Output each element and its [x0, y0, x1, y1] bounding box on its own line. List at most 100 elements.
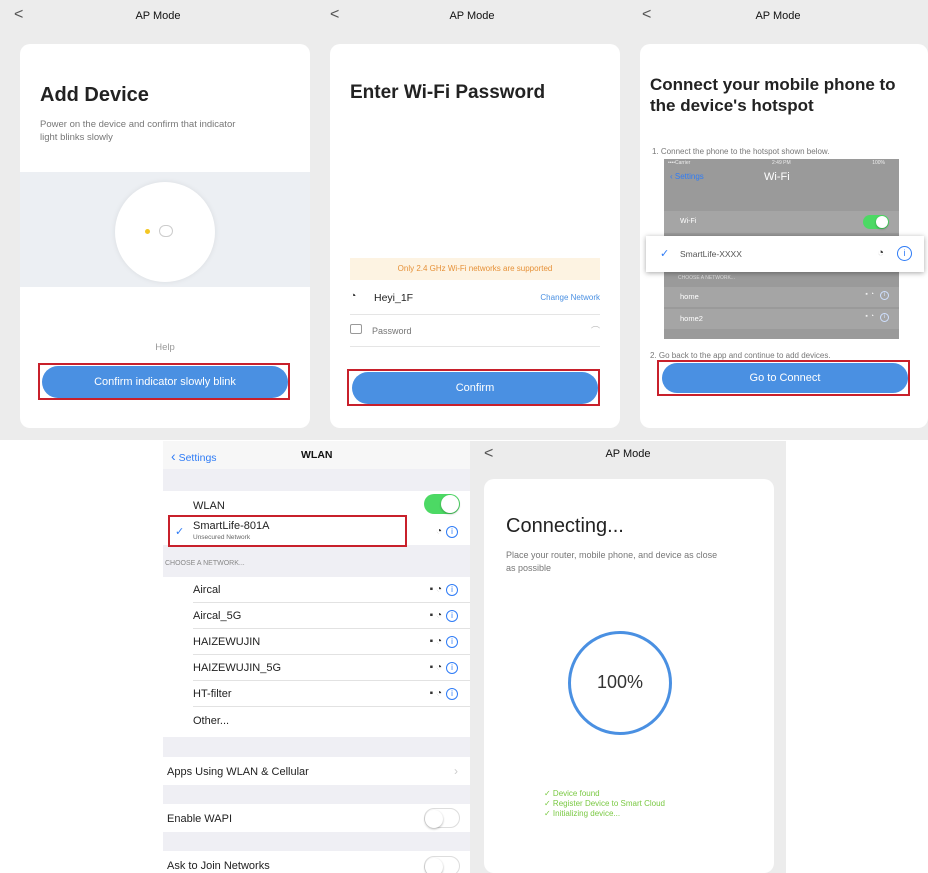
help-link[interactable]: Help: [20, 342, 310, 353]
password-input[interactable]: [372, 322, 572, 340]
checkmark-icon: ✓: [660, 248, 670, 260]
network-row[interactable]: HAIZEWUJIN ▪ ◔ i: [163, 629, 470, 654]
show-password-icon[interactable]: ⌒: [591, 324, 600, 337]
status-time: 2:49 PM: [772, 160, 791, 166]
network-row[interactable]: HAIZEWUJIN_5G ▪ ◔ i: [163, 655, 470, 680]
frequency-notice: Only 2.4 GHz Wi-Fi networks are supporte…: [350, 258, 600, 280]
network-row[interactable]: Aircal ▪ ◔ i: [163, 577, 470, 602]
ask-to-join-label: Ask to Join Networks: [167, 860, 270, 872]
indicator-light-icon: [145, 229, 150, 234]
step-1-text: 1. Connect the phone to the hotspot show…: [652, 147, 830, 156]
enable-wapi-row: Enable WAPI: [163, 804, 470, 832]
page-title: Enter Wi-Fi Password: [350, 82, 546, 103]
ios-back-link[interactable]: ‹ Settings: [171, 448, 217, 464]
other-network-row[interactable]: Other...: [163, 707, 470, 733]
back-icon[interactable]: <: [14, 0, 23, 30]
phone-status-bar: ••••Carrier 2:49 PM 100%: [664, 159, 899, 168]
ask-to-join-row: Ask to Join Networks: [163, 851, 470, 873]
info-icon[interactable]: i: [897, 246, 912, 261]
network-row[interactable]: Aircal_5G ▪ ◔ i: [163, 603, 470, 628]
chevron-left-icon: ‹: [171, 448, 176, 464]
status-steps: ✓ Device found ✓ Register Device to Smar…: [544, 789, 665, 819]
divider: [350, 346, 600, 347]
choose-network-header: CHOOSE A NETWORK...: [165, 560, 245, 567]
device-circle: [115, 182, 215, 282]
network-name: HAIZEWUJIN: [193, 636, 261, 648]
page-title: Connect your mobile phone to the device'…: [650, 75, 896, 115]
network-icons: ▪ ◔ i: [430, 688, 458, 700]
page-description: Power on the device and confirm that ind…: [40, 119, 236, 143]
screen-wifi-password: < AP Mode Enter Wi-Fi Password Only 2.4 …: [316, 0, 628, 440]
ssid-row: ◔ Heyi_1F Change Network: [350, 290, 600, 312]
info-icon[interactable]: i: [446, 688, 458, 700]
page-title: Connecting...: [506, 515, 624, 537]
phone-choose-header: CHOOSE A NETWORK...: [678, 275, 735, 281]
screen-add-device: < AP Mode Add Device Power on the device…: [0, 0, 316, 440]
back-icon[interactable]: <: [642, 0, 651, 30]
highlight-box: [168, 515, 407, 547]
highlight-box: [657, 360, 910, 396]
device-logo-icon: [159, 225, 173, 237]
phone-wifi-toggle: [863, 215, 889, 229]
ask-to-join-toggle[interactable]: [424, 856, 460, 873]
divider: [350, 314, 600, 315]
network-name: Aircal: [193, 584, 221, 596]
ios-nav-bar: ‹ Settings WLAN: [163, 441, 470, 469]
status-battery: 100%: [872, 160, 885, 166]
phone-back-label: Settings: [674, 172, 704, 181]
wifi-icon: ◔: [435, 526, 442, 537]
change-network-link[interactable]: Change Network: [540, 293, 600, 302]
network-icons: ◔ i: [436, 526, 458, 538]
status-step: ✓ Device found: [544, 789, 600, 798]
ios-title: WLAN: [301, 449, 333, 461]
progress-ring: 100%: [568, 631, 672, 735]
apps-using-wlan-row[interactable]: Apps Using WLAN & Cellular ›: [163, 757, 470, 785]
page-title: Add Device: [40, 84, 149, 106]
lock-icon: [350, 324, 362, 334]
info-icon[interactable]: i: [446, 610, 458, 622]
ssid-value: Heyi_1F: [374, 292, 414, 304]
page-description: Place your router, mobile phone, and dev…: [506, 550, 718, 573]
phone-network-name: home: [680, 292, 699, 301]
network-list: Aircal ▪ ◔ i Aircal_5G ▪ ◔ i HAIZEWUJIN ▪ …: [163, 577, 470, 737]
screen-connect-hotspot: < AP Mode Connect your mobile phone to t…: [628, 0, 928, 440]
phone-wifi-label: Wi-Fi: [680, 218, 697, 225]
other-network-label: Other...: [193, 715, 230, 727]
info-icon[interactable]: i: [446, 636, 458, 648]
network-icons: ▪ ◔ i: [430, 662, 458, 674]
info-icon[interactable]: i: [446, 584, 458, 596]
network-icons: ▪ ◔ i: [430, 636, 458, 648]
progress-percent: 100%: [596, 672, 644, 692]
nav-bar: < AP Mode: [316, 0, 628, 32]
nav-title: AP Mode: [135, 10, 181, 22]
network-row[interactable]: HT-filter ▪ ◔ i: [163, 681, 470, 706]
wlan-toggle[interactable]: [424, 494, 460, 514]
selected-hotspot-row[interactable]: ✓ SmartLife-XXXX ◔ i: [646, 236, 924, 272]
network-name: HAIZEWUJIN_5G: [193, 662, 282, 674]
back-icon[interactable]: <: [330, 0, 339, 30]
ios-back-label: Settings: [178, 452, 217, 464]
back-icon[interactable]: <: [484, 441, 493, 467]
wlan-toggle-row: WLAN: [163, 491, 470, 517]
phone-wifi-row: Wi-Fi: [664, 211, 899, 233]
enable-wapi-label: Enable WAPI: [167, 813, 233, 825]
phone-back-link[interactable]: ‹ Settings: [670, 172, 704, 181]
network-name: Aircal_5G: [193, 610, 242, 622]
highlight-box: [347, 369, 600, 406]
nav-bar: < AP Mode: [628, 0, 928, 32]
chevron-right-icon: ›: [454, 764, 458, 778]
info-icon[interactable]: i: [446, 662, 458, 674]
nav-bar: < AP Mode: [0, 0, 316, 32]
device-illustration: [20, 172, 310, 287]
nav-bar: < AP Mode: [470, 441, 786, 467]
apps-using-label: Apps Using WLAN & Cellular: [167, 766, 309, 778]
screen-ios-wlan: ‹ Settings WLAN WLAN ✓ SmartLife-801A Un…: [163, 441, 470, 873]
enable-wapi-toggle[interactable]: [424, 808, 460, 828]
nav-title: AP Mode: [755, 10, 801, 22]
network-icons: ▪ ◔ i: [430, 610, 458, 622]
info-icon[interactable]: i: [446, 526, 458, 538]
wlan-label: WLAN: [193, 500, 225, 512]
nav-title: AP Mode: [605, 448, 651, 460]
status-carrier: ••••Carrier: [668, 160, 691, 166]
status-step: ✓ Register Device to Smart Cloud: [544, 799, 665, 808]
